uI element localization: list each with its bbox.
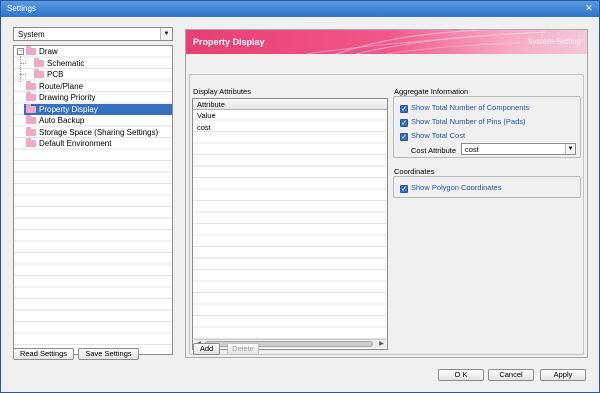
window-client: System ▼ − Draw Schematic PCB Route/Plan…	[1, 17, 599, 392]
settings-window: Settings ✕ System ▼ − Draw Schematic PCB…	[0, 0, 600, 393]
checkbox-checked-icon: ✓	[400, 105, 408, 113]
tree-item-draw[interactable]: Draw	[26, 46, 58, 58]
list-item[interactable]: cost	[197, 122, 211, 134]
scroll-right-icon[interactable]: ▶	[377, 340, 386, 348]
panel-banner: Property Display System Setting	[186, 30, 587, 54]
folder-icon	[26, 138, 36, 147]
folder-icon	[26, 115, 36, 124]
aggregate-info-group: ✓ Show Total Number of Components ✓ Show T…	[393, 96, 581, 158]
checkbox-checked-icon: ✓	[400, 119, 408, 127]
settings-tree[interactable]: − Draw Schematic PCB Route/Plane Drawing…	[13, 45, 173, 355]
tree-connector	[20, 74, 26, 75]
apply-button[interactable]: Apply	[540, 369, 586, 381]
add-button[interactable]: Add	[193, 343, 220, 355]
coordinates-group: ✓ Show Polygon Coordinates	[393, 176, 581, 198]
tree-item-drawing-priority[interactable]: Drawing Priority	[26, 92, 95, 104]
tree-connector	[20, 56, 21, 82]
category-dropdown-value: System	[18, 30, 45, 39]
folder-icon	[26, 103, 36, 113]
cost-attribute-value: cost	[465, 145, 479, 154]
property-display-panel: Property Display System Setting Display …	[185, 29, 588, 358]
chevron-down-icon[interactable]: ▼	[565, 144, 575, 154]
close-icon[interactable]: ✕	[583, 3, 595, 14]
tree-item-label: Auto Backup	[39, 116, 85, 125]
title-bar[interactable]: Settings ✕	[1, 1, 599, 17]
tree-connector	[20, 63, 26, 64]
tree-item-property-display[interactable]: Property Display	[24, 103, 172, 115]
list-item[interactable]: Value	[197, 110, 216, 122]
checkbox-checked-icon: ✓	[400, 185, 408, 193]
checkbox-label: Show Polygon Coordinates	[411, 183, 502, 192]
cost-attribute-select[interactable]: cost ▼	[461, 143, 576, 155]
tree-item-storage-space[interactable]: Storage Space (Sharing Settings)	[26, 126, 159, 139]
read-settings-button[interactable]: Read Settings	[13, 348, 74, 360]
save-settings-button[interactable]: Save Settings	[78, 348, 139, 360]
show-total-components-checkbox[interactable]: ✓ Show Total Number of Components	[400, 103, 529, 113]
page-title: Property Display	[193, 37, 265, 47]
checkbox-checked-icon: ✓	[400, 133, 408, 141]
folder-icon	[26, 126, 36, 136]
checkbox-label: Show Total Number of Pins (Pads)	[411, 117, 526, 126]
tree-item-pcb[interactable]: PCB	[34, 69, 63, 81]
folder-icon	[26, 46, 36, 55]
tree-item-label: Drawing Priority	[39, 93, 96, 102]
ok-button[interactable]: O K	[438, 369, 484, 381]
tree-item-label: Schematic	[47, 58, 85, 68]
tree-item-default-environment[interactable]: Default Environment	[26, 138, 111, 150]
tree-item-label: Draw	[39, 47, 58, 56]
page-subtitle: System Setting	[527, 37, 581, 46]
folder-icon	[26, 92, 36, 101]
folder-icon	[26, 80, 36, 90]
checkbox-label: Show Total Cost	[411, 131, 466, 140]
attribute-list[interactable]: Attribute Value cost ◀ ▶	[192, 98, 388, 350]
folder-icon	[34, 69, 44, 78]
horizontal-scrollbar[interactable]: ◀ ▶	[194, 339, 386, 348]
cost-attribute-label: Cost Attribute	[411, 146, 457, 155]
tree-item-label: Storage Space (Sharing Settings)	[39, 127, 159, 137]
tree-item-label: PCB	[47, 70, 64, 79]
aggregate-info-label: Aggregate Information	[394, 87, 469, 96]
delete-button[interactable]: Delete	[227, 343, 259, 355]
attribute-column-header[interactable]: Attribute	[193, 99, 387, 110]
tree-item-schematic[interactable]: Schematic	[34, 57, 85, 70]
tree-item-label: Default Environment	[39, 139, 112, 148]
tree-item-label: Property Display	[39, 104, 98, 114]
show-polygon-coordinates-checkbox[interactable]: ✓ Show Polygon Coordinates	[400, 183, 501, 193]
folder-icon	[34, 57, 44, 67]
category-dropdown[interactable]: System ▼	[13, 27, 173, 41]
tree-expand-toggle[interactable]: −	[17, 48, 24, 55]
window-title: Settings	[7, 4, 36, 13]
tree-item-route-plane[interactable]: Route/Plane	[26, 80, 84, 93]
tree-item-label: Route/Plane	[39, 81, 84, 91]
coordinates-label: Coordinates	[394, 167, 435, 176]
display-attributes-label: Display Attributes	[193, 87, 251, 96]
tree-item-auto-backup[interactable]: Auto Backup	[26, 115, 84, 127]
checkbox-label: Show Total Number of Components	[411, 103, 530, 112]
chevron-down-icon[interactable]: ▼	[160, 28, 172, 40]
show-total-pins-checkbox[interactable]: ✓ Show Total Number of Pins (Pads)	[400, 117, 526, 127]
cancel-button[interactable]: Cancel	[488, 369, 534, 381]
show-total-cost-checkbox[interactable]: ✓ Show Total Cost	[400, 131, 465, 141]
